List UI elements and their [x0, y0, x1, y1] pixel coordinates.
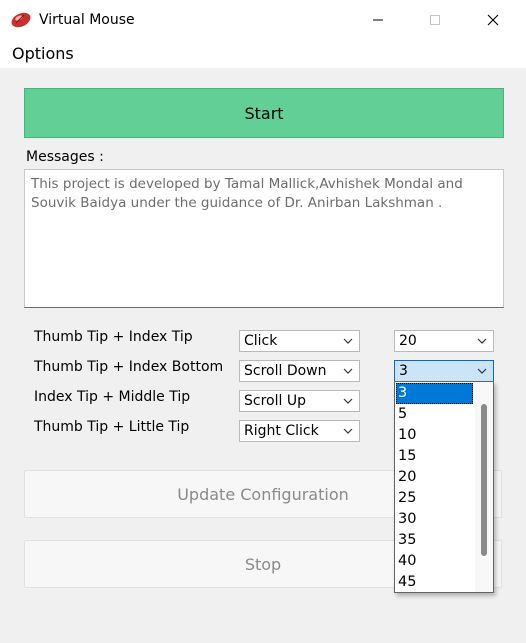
virtual-mouse-window: Virtual Mouse Options Start Messages : T…: [0, 0, 526, 643]
gesture-label-3: Index Tip + Middle Tip: [34, 389, 191, 405]
dropdown-option-5[interactable]: 5: [396, 404, 473, 425]
gesture-value-select-1[interactable]: 20: [394, 330, 494, 352]
maximize-icon: [430, 15, 440, 25]
dropdown-option-35[interactable]: 35: [396, 530, 473, 551]
gesture-value-2: 3: [399, 363, 408, 379]
close-icon: [487, 14, 499, 26]
gesture-action-value-3: Scroll Up: [244, 393, 306, 409]
minimize-button[interactable]: [355, 0, 401, 40]
dropdown-option-20[interactable]: 20: [396, 467, 473, 488]
dropdown-option-15[interactable]: 15: [396, 446, 473, 467]
dropdown-option-25[interactable]: 25: [396, 488, 473, 509]
gesture-action-value-1: Click: [244, 333, 278, 349]
gesture-action-select-4[interactable]: Right Click: [239, 420, 360, 442]
dropdown-option-45[interactable]: 45: [396, 572, 473, 592]
mouse-app-icon: [10, 10, 32, 30]
dropdown-option-30[interactable]: 30: [396, 509, 473, 530]
dropdown-scrollbar[interactable]: [475, 382, 493, 592]
gesture-label-2: Thumb Tip + Index Bottom: [34, 359, 224, 375]
chevron-down-icon: [343, 428, 353, 434]
dropdown-option-3[interactable]: 3: [396, 383, 473, 404]
chevron-down-icon: [477, 338, 487, 344]
gesture-label-4: Thumb Tip + Little Tip: [34, 419, 190, 435]
dropdown-option-40[interactable]: 40: [396, 551, 473, 572]
chevron-down-icon: [477, 368, 487, 374]
gesture-action-select-3[interactable]: Scroll Up: [239, 390, 360, 412]
gesture-action-value-4: Right Click: [244, 423, 319, 439]
gesture-action-select-2[interactable]: Scroll Down: [239, 360, 360, 382]
menu-options[interactable]: Options: [12, 44, 74, 64]
dropdown-option-10[interactable]: 10: [396, 425, 473, 446]
gesture-label-1: Thumb Tip + Index Tip: [34, 329, 193, 345]
gesture-value-select-2[interactable]: 3: [394, 360, 494, 382]
chevron-down-icon: [343, 398, 353, 404]
gesture-action-value-2: Scroll Down: [244, 363, 327, 379]
minimize-icon: [373, 19, 383, 21]
gesture-action-select-1[interactable]: Click: [239, 330, 360, 352]
close-button[interactable]: [470, 0, 516, 40]
messages-textbox[interactable]: This project is developed by Tamal Malli…: [24, 169, 504, 308]
start-button[interactable]: Start: [24, 88, 504, 138]
chevron-down-icon: [343, 368, 353, 374]
value-dropdown-list[interactable]: 3 5 10 15 20 25 30 35 40 45: [394, 381, 494, 593]
menu-bar: Options: [0, 40, 526, 68]
chevron-down-icon: [343, 338, 353, 344]
gesture-value-1: 20: [399, 333, 417, 349]
window-title: Virtual Mouse: [39, 12, 135, 28]
dropdown-scrollbar-thumb[interactable]: [481, 404, 487, 556]
maximize-button: [412, 0, 458, 40]
messages-text: This project is developed by Tamal Malli…: [31, 176, 463, 211]
messages-label: Messages :: [26, 149, 104, 165]
title-bar: Virtual Mouse: [0, 0, 526, 40]
